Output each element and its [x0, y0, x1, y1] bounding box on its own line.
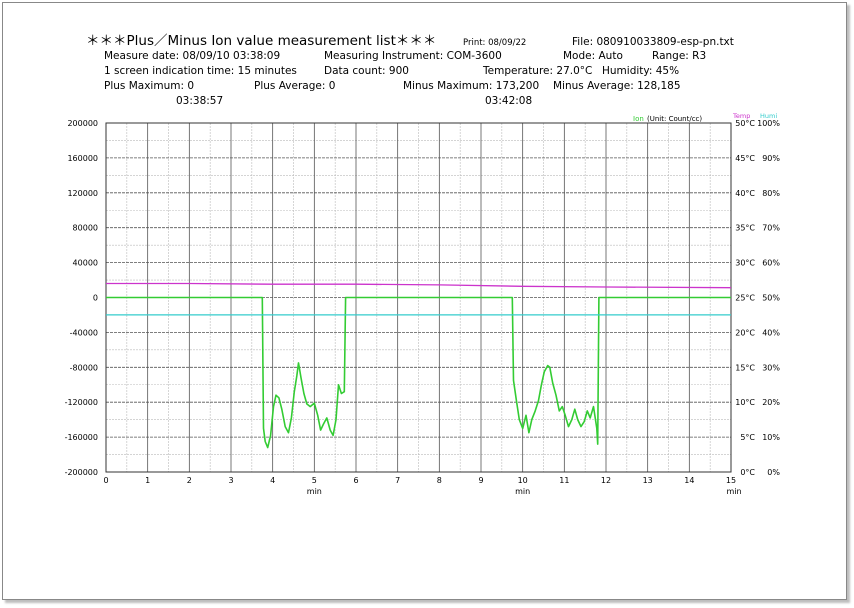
- x-tick-label: 5: [312, 476, 317, 485]
- humi-tick-label: 30%: [762, 363, 780, 372]
- humi-tick-label: 80%: [762, 189, 780, 198]
- chart-labels: 200000 160000 120000 80000 40000 0 -40000 -8000…: [65, 112, 781, 496]
- humi-tick-label: 0%: [767, 468, 780, 477]
- x-tick-label: 2: [187, 476, 192, 485]
- x-tick-label: 15: [726, 476, 736, 485]
- humi-tick-label: 50%: [762, 294, 780, 303]
- temp-tick-label: 5°C: [740, 433, 755, 442]
- y-tick-label: -40000: [70, 328, 98, 337]
- y-tick-label: -120000: [65, 398, 98, 407]
- x-unit-label: min: [726, 487, 741, 496]
- temp-tick-label: 25°C: [735, 294, 755, 303]
- y-tick-label: -200000: [65, 468, 98, 477]
- y-tick-label: 40000: [73, 259, 98, 268]
- x-tick-label: 8: [437, 476, 442, 485]
- y-tick-label: 120000: [67, 189, 98, 198]
- humi-tick-label: 100%: [757, 119, 780, 128]
- ion-chart: 200000 160000 120000 80000 40000 0 -40000 -8000…: [65, 112, 781, 496]
- x-tick-label: 13: [643, 476, 653, 485]
- y-tick-label: -160000: [65, 433, 98, 442]
- temp-tick-label: 35°C: [735, 224, 755, 233]
- x-tick-label: 14: [684, 476, 694, 485]
- humi-tick-label: 70%: [762, 224, 780, 233]
- legend-unit: (Unit: Count/cc): [647, 115, 702, 123]
- legend-temp: Temp: [732, 112, 750, 120]
- temp-tick-label: 10°C: [735, 398, 755, 407]
- x-tick-label: 6: [353, 476, 358, 485]
- y-tick-label: 160000: [67, 154, 98, 163]
- temp-tick-label: 15°C: [735, 363, 755, 372]
- x-tick-label: 12: [601, 476, 611, 485]
- x-tick-label: 4: [270, 476, 275, 485]
- temp-tick-label: 20°C: [735, 328, 755, 337]
- x-tick-label: 3: [228, 476, 233, 485]
- x-tick-label: 10: [518, 476, 528, 485]
- chart-series: [106, 282, 732, 449]
- y-tick-label: 0: [93, 294, 98, 303]
- temp-tick-label: 0°C: [740, 468, 755, 477]
- x-tick-label: 11: [559, 476, 569, 485]
- humi-tick-label: 40%: [762, 328, 780, 337]
- x-unit-label: min: [307, 487, 322, 496]
- humi-tick-label: 60%: [762, 259, 780, 268]
- humi-tick-label: 20%: [762, 398, 780, 407]
- y-tick-label: 200000: [67, 119, 98, 128]
- temp-tick-label: 45°C: [735, 154, 755, 163]
- x-tick-label: 0: [103, 476, 108, 485]
- temp-tick-label: 50°C: [735, 119, 755, 128]
- x-tick-label: 7: [395, 476, 400, 485]
- temp-tick-label: 40°C: [735, 189, 755, 198]
- temp-tick-label: 30°C: [735, 259, 755, 268]
- x-unit-label: min: [515, 487, 530, 496]
- x-tick-label: 9: [478, 476, 483, 485]
- y-tick-label: -80000: [70, 363, 98, 372]
- legend-humi: Humi: [760, 112, 777, 120]
- humi-tick-label: 10%: [762, 433, 780, 442]
- legend-ion: Ion: [633, 115, 644, 123]
- x-tick-label: 1: [145, 476, 150, 485]
- humi-tick-label: 90%: [762, 154, 780, 163]
- y-tick-label: 80000: [73, 224, 98, 233]
